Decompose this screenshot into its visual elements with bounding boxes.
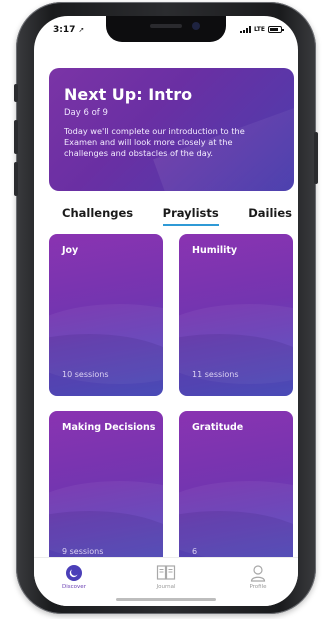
status-indicators: LTE bbox=[239, 26, 284, 33]
card-sessions: 9 sessions bbox=[62, 547, 104, 556]
front-camera bbox=[192, 22, 200, 30]
profile-icon bbox=[250, 565, 266, 582]
next-up-card[interactable]: Next Up: Intro Day 6 of 9 Today we'll co… bbox=[49, 68, 294, 191]
network-label: LTE bbox=[253, 26, 265, 33]
status-time: 3:17 ➚ bbox=[53, 25, 84, 35]
card-sessions: 11 sessions bbox=[192, 370, 239, 379]
tabbar-label: Journal bbox=[156, 584, 176, 590]
card-title: Making Decisions bbox=[62, 422, 156, 433]
card-title: Humility bbox=[192, 245, 238, 256]
signal-icon bbox=[239, 26, 251, 33]
speaker bbox=[150, 24, 182, 28]
volume-up-button bbox=[14, 120, 18, 154]
praylist-card-gratitude[interactable]: Gratitude 6 bbox=[179, 411, 293, 573]
card-sessions: 6 bbox=[192, 547, 198, 556]
location-arrow-icon: ➚ bbox=[78, 26, 85, 34]
praylist-card-humility[interactable]: Humility 11 sessions bbox=[179, 234, 293, 396]
next-up-description: Today we'll complete our introduction to… bbox=[64, 126, 245, 158]
app-screen: 3:17 ➚ LTE Next Up: Intro Day 6 of 9 Tod… bbox=[34, 16, 298, 606]
volume-down-button bbox=[14, 162, 18, 196]
card-wave bbox=[179, 334, 293, 396]
tab-challenges[interactable]: Challenges bbox=[62, 206, 133, 226]
card-wave bbox=[49, 334, 163, 396]
bottom-tab-bar: Discover Journal Profile bbox=[34, 557, 298, 606]
tab-praylists[interactable]: Praylists bbox=[162, 206, 219, 226]
tabbar-label: Discover bbox=[62, 584, 86, 590]
tabbar-discover[interactable]: Discover bbox=[44, 564, 104, 590]
card-title: Joy bbox=[62, 245, 79, 256]
tabbar-journal[interactable]: Journal bbox=[136, 564, 196, 590]
category-tabs: Challenges Praylists Dailies bbox=[62, 206, 292, 226]
discover-icon bbox=[66, 565, 82, 581]
praylist-card-making-decisions[interactable]: Making Decisions 9 sessions bbox=[49, 411, 163, 573]
next-up-title: Next Up: Intro bbox=[64, 85, 193, 104]
tabbar-profile[interactable]: Profile bbox=[228, 564, 288, 590]
next-up-day: Day 6 of 9 bbox=[64, 108, 108, 118]
notch bbox=[106, 16, 226, 42]
praylist-card-joy[interactable]: Joy 10 sessions bbox=[49, 234, 163, 396]
power-button bbox=[314, 132, 318, 184]
home-indicator[interactable] bbox=[116, 598, 216, 601]
journal-icon bbox=[156, 565, 176, 580]
card-title: Gratitude bbox=[192, 422, 244, 433]
silent-switch bbox=[14, 84, 18, 102]
card-sessions: 10 sessions bbox=[62, 370, 109, 379]
status-time-text: 3:17 bbox=[53, 25, 76, 35]
tabbar-label: Profile bbox=[249, 584, 267, 590]
tab-dailies[interactable]: Dailies bbox=[248, 206, 292, 226]
battery-icon bbox=[268, 26, 284, 33]
